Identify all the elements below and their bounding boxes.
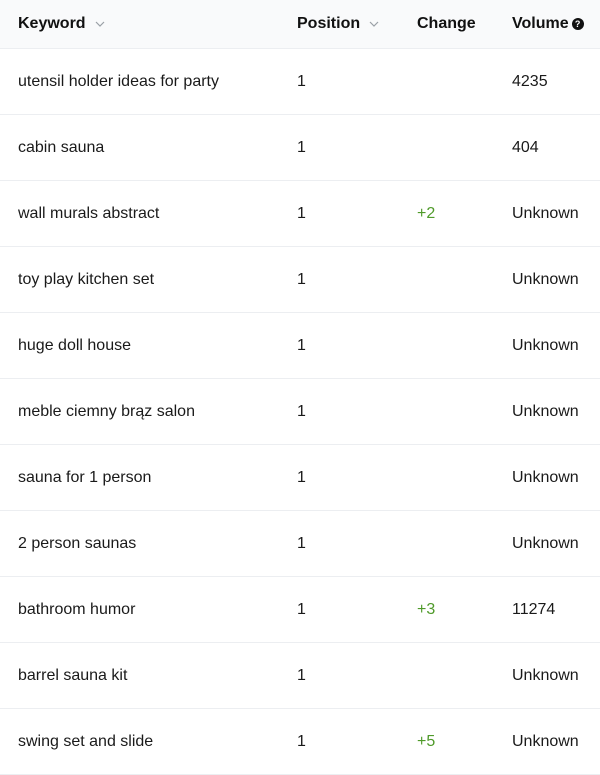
column-header-volume[interactable]: Volume ? bbox=[509, 15, 600, 33]
volume-cell: Unknown bbox=[512, 204, 579, 222]
chevron-down-icon bbox=[369, 21, 379, 27]
position-cell: 1 bbox=[297, 138, 306, 156]
position-cell: 1 bbox=[297, 402, 306, 420]
table-row[interactable]: swing set and slide 1 +5 Unknown bbox=[0, 709, 600, 775]
position-cell: 1 bbox=[297, 732, 306, 750]
column-header-position[interactable]: Position bbox=[279, 15, 399, 33]
table-row[interactable]: meble ciemny brąz salon 1 Unknown bbox=[0, 379, 600, 445]
keyword-cell: wall murals abstract bbox=[18, 204, 160, 222]
table-row[interactable]: 2 person saunas 1 Unknown bbox=[0, 511, 600, 577]
column-header-volume-label: Volume bbox=[512, 15, 569, 32]
table-row[interactable]: huge doll house 1 Unknown bbox=[0, 313, 600, 379]
keyword-cell: swing set and slide bbox=[18, 732, 154, 750]
volume-cell: 4235 bbox=[512, 72, 548, 90]
keyword-cell: bathroom humor bbox=[18, 600, 136, 618]
table-row[interactable]: toy play kitchen set 1 Unknown bbox=[0, 247, 600, 313]
keyword-cell: barrel sauna kit bbox=[18, 666, 128, 684]
position-cell: 1 bbox=[297, 72, 306, 90]
table-row[interactable]: wall murals abstract 1 +2 Unknown bbox=[0, 181, 600, 247]
keyword-cell: utensil holder ideas for party bbox=[18, 72, 219, 90]
table-header: Keyword Position Change Volume ? bbox=[0, 0, 600, 49]
position-cell: 1 bbox=[297, 270, 306, 288]
volume-cell: Unknown bbox=[512, 732, 579, 750]
volume-cell: Unknown bbox=[512, 666, 579, 684]
position-cell: 1 bbox=[297, 336, 306, 354]
table-row[interactable]: barrel sauna kit 1 Unknown bbox=[0, 643, 600, 709]
position-cell: 1 bbox=[297, 666, 306, 684]
volume-cell: Unknown bbox=[512, 336, 579, 354]
volume-cell: Unknown bbox=[512, 468, 579, 486]
position-cell: 1 bbox=[297, 534, 306, 552]
volume-cell: Unknown bbox=[512, 402, 579, 420]
volume-cell: 11274 bbox=[512, 600, 556, 618]
volume-cell: Unknown bbox=[512, 534, 579, 552]
table-row[interactable]: cabin sauna 1 404 bbox=[0, 115, 600, 181]
table-row[interactable]: bathroom humor 1 +3 11274 bbox=[0, 577, 600, 643]
column-header-change-label: Change bbox=[417, 15, 476, 32]
column-header-keyword[interactable]: Keyword bbox=[0, 15, 279, 33]
position-cell: 1 bbox=[297, 204, 306, 222]
keyword-cell: sauna for 1 person bbox=[18, 468, 152, 486]
keyword-cell: huge doll house bbox=[18, 336, 131, 354]
change-cell: +3 bbox=[417, 600, 436, 618]
question-circle-icon[interactable]: ? bbox=[571, 18, 584, 30]
column-header-change[interactable]: Change bbox=[399, 15, 509, 33]
volume-cell: Unknown bbox=[512, 270, 579, 288]
keyword-cell: toy play kitchen set bbox=[18, 270, 155, 288]
volume-cell: 404 bbox=[512, 138, 539, 156]
keyword-cell: cabin sauna bbox=[18, 138, 105, 156]
column-header-keyword-label: Keyword bbox=[18, 15, 86, 32]
table-row[interactable]: utensil holder ideas for party 1 4235 bbox=[0, 49, 600, 115]
position-cell: 1 bbox=[297, 600, 306, 618]
table-body: utensil holder ideas for party 1 4235 cabin… bbox=[0, 49, 600, 775]
keyword-cell: 2 person saunas bbox=[18, 534, 137, 552]
change-cell: +2 bbox=[417, 204, 436, 222]
column-header-position-label: Position bbox=[297, 15, 361, 32]
keywords-table: Keyword Position Change Volume ? utensil… bbox=[0, 0, 600, 775]
chevron-down-icon bbox=[95, 21, 105, 27]
change-cell: +5 bbox=[417, 732, 436, 750]
keyword-cell: meble ciemny brąz salon bbox=[18, 402, 195, 420]
position-cell: 1 bbox=[297, 468, 306, 486]
table-row[interactable]: sauna for 1 person 1 Unknown bbox=[0, 445, 600, 511]
